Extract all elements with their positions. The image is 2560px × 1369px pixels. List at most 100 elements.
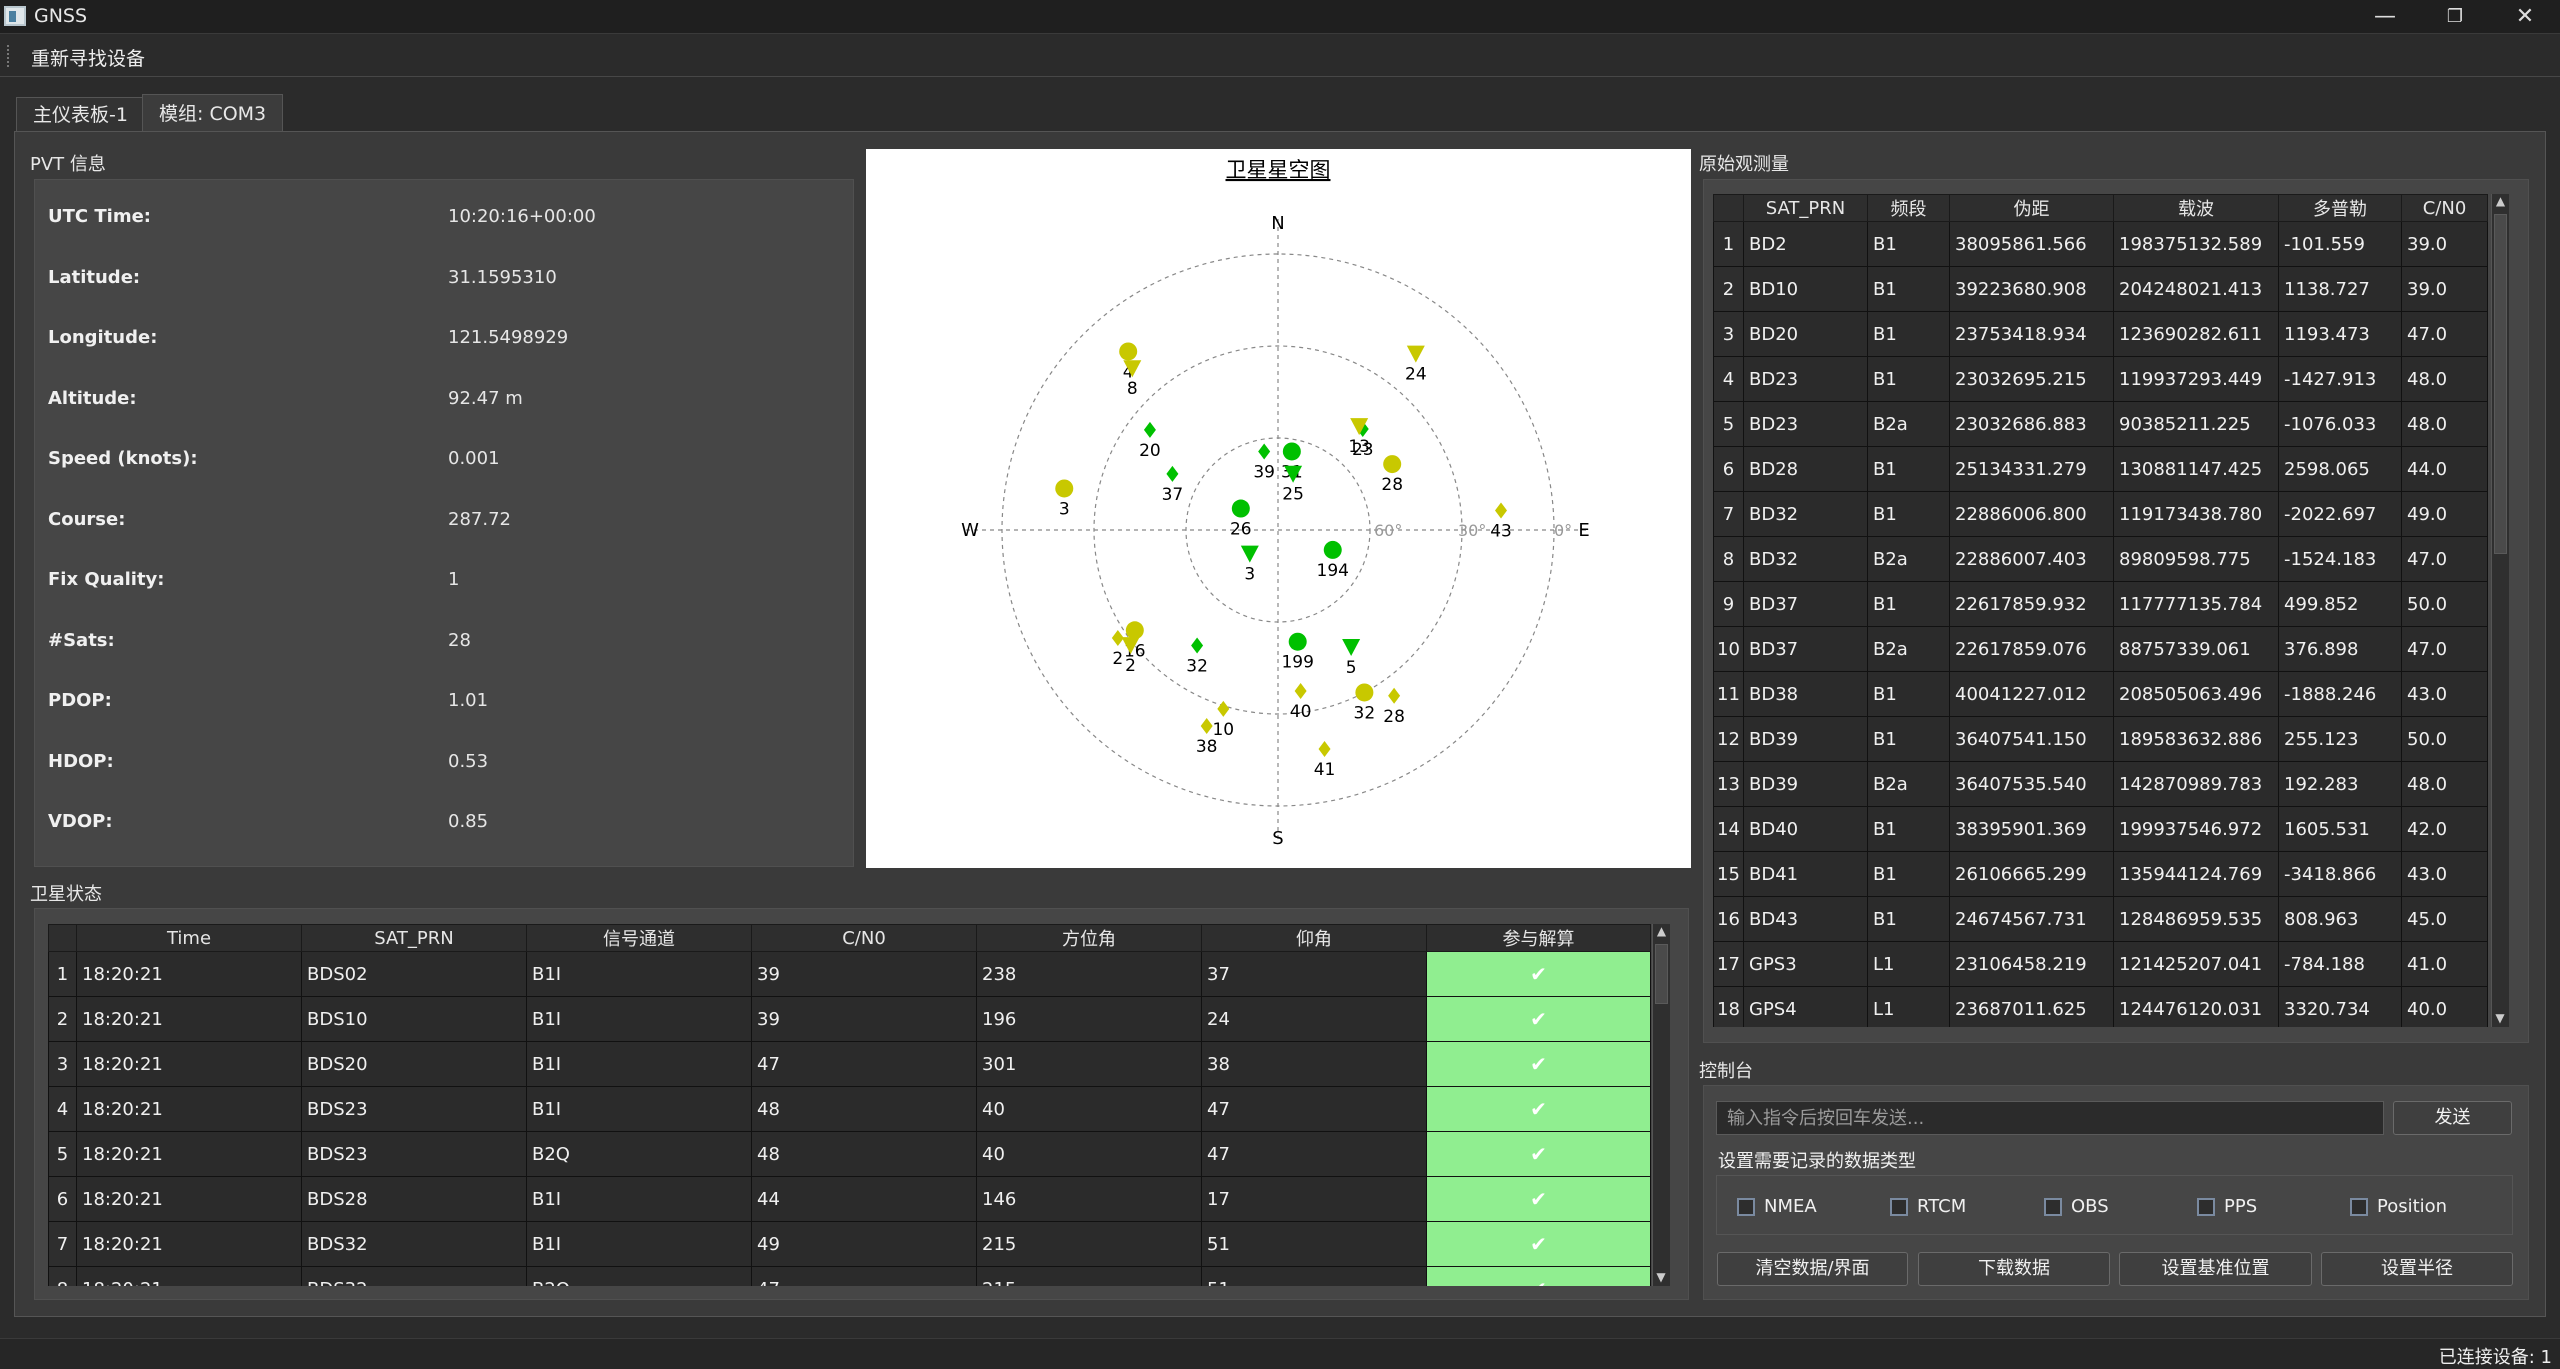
table-row[interactable]: 9 BD37 B1 22617859.932 117777135.784 499.852 5… [1713,581,2488,627]
table-cell: 18:20:21 [76,1041,302,1087]
column-header[interactable]: C/N0 [751,924,977,952]
column-header[interactable]: 仰角 [1201,924,1427,952]
table-cell: 301 [976,1041,1202,1087]
row-number: 3 [48,1041,77,1087]
table-row[interactable]: 4 18:20:21 BDS23 B1I 48 40 47 ✔ [48,1086,1651,1132]
column-header[interactable]: 伪距 [1949,194,2114,222]
table-row[interactable]: 6 18:20:21 BDS28 B1I 44 146 17 ✔ [48,1176,1651,1222]
table-row[interactable]: 3 18:20:21 BDS20 B1I 47 301 38 ✔ [48,1041,1651,1087]
position-checkbox[interactable] [2350,1198,2368,1216]
scroll-thumb[interactable] [2494,214,2507,554]
column-header[interactable]: 载波 [2113,194,2279,222]
tab-module-com3[interactable]: 模组: COM3 [142,94,284,132]
table-row[interactable]: 14 BD40 B1 38395901.369 199937546.972 1605.53… [1713,806,2488,852]
column-header[interactable]: C/N0 [2401,194,2488,222]
refind-device-button[interactable]: 重新寻找设备 [31,44,145,71]
pvt-value: 0.53 [448,750,489,772]
pvt-value: 28 [448,629,471,651]
table-cell: -3418.866 [2278,851,2402,897]
satellite-prn-label: 32 [1354,703,1376,723]
table-cell: 119173438.780 [2113,491,2279,537]
connected-devices-status: 已连接设备: 1 [2438,1347,2552,1368]
sat-status-table-wrap: Time SAT_PRN 信号通道 C/N0 方位角 仰角 参与解算 1 18:20:21 BD… [48,924,1670,1286]
table-cell: 48.0 [2401,356,2488,402]
table-row[interactable]: 7 18:20:21 BDS32 B1I 49 215 51 ✔ [48,1221,1651,1267]
table-row[interactable]: 4 BD23 B1 23032695.215 119937293.449 -1427.91… [1713,356,2488,402]
satellite-prn-label: 13 [1348,437,1370,457]
pvt-label: Speed (knots): [48,448,198,469]
row-number: 14 [1713,806,1744,852]
satellite-marker [1355,683,1374,702]
table-row[interactable]: 7 BD32 B1 22886006.800 119173438.780 -2022.69… [1713,491,2488,537]
table-cell: BD20 [1743,311,1868,357]
table-cell: 22617859.932 [1949,581,2114,627]
table-cell: 26106665.299 [1949,851,2114,897]
nmea-checkbox[interactable] [1737,1198,1755,1216]
table-row[interactable]: 13 BD39 B2a 36407535.540 142870989.783 192.28… [1713,761,2488,807]
table-row[interactable]: 10 BD37 B2a 22617859.076 88757339.061 376.898… [1713,626,2488,672]
scroll-down-icon[interactable]: ▼ [2492,1011,2508,1027]
table-row[interactable]: 5 18:20:21 BDS23 B2Q 48 40 47 ✔ [48,1131,1651,1177]
row-number: 1 [48,951,77,997]
column-header[interactable]: SAT_PRN [301,924,527,952]
table-row[interactable]: 11 BD38 B1 40041227.012 208505063.496 -1888.2… [1713,671,2488,717]
set-radius-button[interactable]: 设置半径 [2321,1252,2513,1286]
table-row[interactable]: 5 BD23 B2a 23032686.883 90385211.225 -1076.03… [1713,401,2488,447]
send-button[interactable]: 发送 [2393,1101,2512,1135]
set-base-position-button[interactable]: 设置基准位置 [2119,1252,2312,1286]
minimize-icon[interactable]: — [2350,0,2420,34]
table-row[interactable]: 2 BD10 B1 39223680.908 204248021.413 1138.727… [1713,266,2488,312]
column-header[interactable]: 频段 [1867,194,1950,222]
table-cell: BD23 [1743,356,1868,402]
table-row[interactable]: 8 BD32 B2a 22886007.403 89809598.775 -1524.18… [1713,536,2488,582]
toolbar-grip[interactable] [7,45,12,67]
column-header[interactable]: 信号通道 [526,924,752,952]
column-header[interactable]: 参与解算 [1426,924,1651,952]
table-row[interactable]: 17 GPS3 L1 23106458.219 121425207.041 -784.18… [1713,941,2488,987]
table-row[interactable]: 1 BD2 B1 38095861.566 198375132.589 -101.559 3… [1713,221,2488,267]
table-cell: 47.0 [2401,311,2488,357]
restore-icon[interactable]: ❐ [2420,0,2490,34]
column-header[interactable]: 多普勒 [2278,194,2402,222]
scroll-up-icon[interactable]: ▲ [1653,924,1670,940]
rtcm-checkbox[interactable] [1890,1198,1908,1216]
table-row[interactable]: 3 BD20 B1 23753418.934 123690282.611 1193.473… [1713,311,2488,357]
pps-checkbox[interactable] [2197,1198,2215,1216]
column-header[interactable]: Time [76,924,302,952]
used-in-solution-check-icon: ✔ [1426,1041,1651,1087]
table-cell: 40.0 [2401,986,2488,1027]
table-row[interactable]: 818:20:21BDS32B2Q4721551✔ [48,1266,1651,1286]
close-icon[interactable]: ✕ [2490,0,2560,34]
table-row[interactable]: 12 BD39 B1 36407541.150 189583632.886 255.123… [1713,716,2488,762]
sat-status-scrollbar[interactable]: ▲ ▼ [1652,924,1670,1286]
satellite-marker [1323,540,1342,559]
row-number: 2 [48,996,77,1042]
column-header[interactable]: 方位角 [976,924,1202,952]
table-row[interactable]: 16 BD43 B1 24674567.731 128486959.535 808.963… [1713,896,2488,942]
table-cell: B1 [1867,356,1950,402]
scroll-down-icon[interactable]: ▼ [1653,1270,1669,1286]
satellite-prn-label: 2 [1125,656,1136,676]
scroll-up-icon[interactable]: ▲ [2492,194,2509,210]
command-input[interactable] [1716,1101,2384,1135]
obs-checkbox[interactable] [2044,1198,2062,1216]
satellite-marker [1383,455,1402,474]
clear-data-button[interactable]: 清空数据/界面 [1717,1252,1908,1286]
column-header[interactable]: SAT_PRN [1743,194,1868,222]
table-row[interactable]: 15 BD41 B1 26106665.299 135944124.769 -3418.8… [1713,851,2488,897]
table-row[interactable]: 6 BD28 B1 25134331.279 130881147.425 2598.065… [1713,446,2488,492]
raw-obs-scrollbar[interactable]: ▲ ▼ [2491,194,2509,1027]
scroll-thumb[interactable] [1655,944,1668,1004]
download-data-button[interactable]: 下载数据 [1918,1252,2110,1286]
tab-dashboard[interactable]: 主仪表板-1 [16,97,145,131]
table-row[interactable]: 1 18:20:21 BDS02 B1I 39 238 37 ✔ [48,951,1651,997]
table-cell: B1I [526,1041,752,1087]
row-number: 13 [1713,761,1744,807]
table-cell: 215 [976,1266,1202,1286]
table-row[interactable]: 18 GPS4 L1 23687011.625 124476120.031 3320.73… [1713,986,2488,1027]
table-cell: B1I [526,1221,752,1267]
table-cell: 1138.727 [2278,266,2402,312]
pvt-value: 287.72 [448,508,511,530]
table-row[interactable]: 2 18:20:21 BDS10 B1I 39 196 24 ✔ [48,996,1651,1042]
table-cell: BDS10 [301,996,527,1042]
